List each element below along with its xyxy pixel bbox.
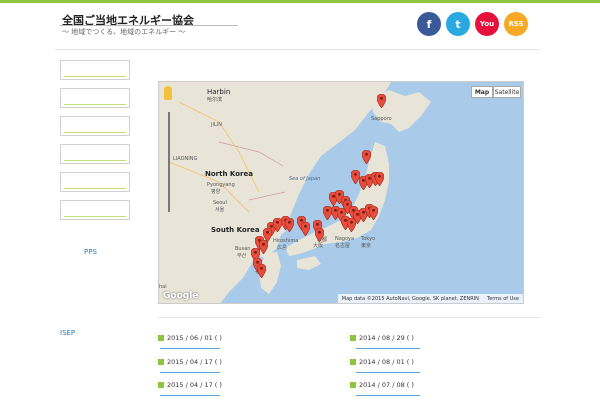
- label-harbin-cjk: 哈尔滨: [207, 97, 223, 103]
- map-marker-pin-icon[interactable]: [257, 264, 266, 278]
- sidebar-box-1[interactable]: [60, 60, 130, 80]
- map-marker-pin-icon[interactable]: [301, 222, 310, 236]
- label-south-korea: South Korea: [211, 226, 260, 234]
- label-liaoning: LIAONING: [173, 156, 198, 162]
- rss-icon[interactable]: RSS: [504, 12, 528, 36]
- site-subtitle: 〜 地域でつくる、地域のエネルギー 〜: [62, 28, 186, 36]
- news-underline: [160, 348, 220, 349]
- twitter-icon[interactable]: t: [446, 12, 470, 36]
- news-underline: [356, 348, 420, 349]
- bullet-icon: [350, 335, 356, 341]
- sidebar-box-6[interactable]: [60, 200, 130, 220]
- news-item-left-3[interactable]: 2015 / 04 / 17 ( ): [158, 381, 222, 389]
- news-item-right-1[interactable]: 2014 / 08 / 29 ( ): [350, 334, 414, 342]
- pps-link[interactable]: PPS: [84, 248, 97, 256]
- news-underline: [356, 372, 420, 373]
- google-logo: Google: [163, 291, 199, 301]
- bullet-icon: [158, 335, 164, 341]
- news-item-left-2[interactable]: 2015 / 04 / 17 ( ): [158, 358, 222, 366]
- map-marker-pin-icon[interactable]: [377, 94, 386, 108]
- map-marker-pin-icon[interactable]: [323, 206, 332, 220]
- map-data-credit: Map data ©2015 AutoNavi, Google, SK plan…: [341, 295, 479, 302]
- isep-link[interactable]: ISEP: [60, 329, 75, 337]
- map-marker-pin-icon[interactable]: [347, 218, 356, 232]
- label-osaka: 大阪: [313, 243, 324, 249]
- bullet-icon: [158, 359, 164, 365]
- map-marker-pin-icon[interactable]: [273, 218, 282, 232]
- zoom-track: [168, 112, 170, 212]
- map-marker-pin-icon[interactable]: [315, 228, 324, 242]
- news-item-right-3[interactable]: 2014 / 07 / 08 ( ): [350, 381, 414, 389]
- news-item-right-2[interactable]: 2014 / 08 / 01 ( ): [350, 358, 414, 366]
- label-hiroshima-jp: 広島: [277, 245, 288, 251]
- top-accent-bar: [0, 0, 600, 3]
- label-shanghai: hai: [159, 284, 167, 290]
- title-divider: [60, 25, 238, 26]
- bullet-icon: [158, 382, 164, 388]
- label-seoul-kr: 서울: [215, 207, 225, 213]
- news-underline: [160, 395, 220, 396]
- map-marker-pin-icon[interactable]: [285, 218, 294, 232]
- map-marker-pin-icon[interactable]: [369, 206, 378, 220]
- sidebar-box-5[interactable]: [60, 172, 130, 192]
- news-underline: [356, 395, 420, 396]
- header-divider: [55, 49, 540, 50]
- label-sapporo: Sapporo: [371, 116, 392, 122]
- google-map[interactable]: Map Satellite Harbin 哈尔滨 JILIN LIAONING …: [158, 81, 524, 304]
- bullet-icon: [350, 359, 356, 365]
- map-marker-pin-icon[interactable]: [259, 240, 268, 254]
- bullet-icon: [350, 382, 356, 388]
- map-marker-pin-icon[interactable]: [375, 172, 384, 186]
- sidebar-box-3[interactable]: [60, 116, 130, 136]
- label-sea-of-japan: Sea of Japan: [289, 176, 321, 182]
- street-view-pegman-icon[interactable]: [164, 86, 172, 100]
- news-underline: [160, 372, 220, 373]
- sidebar-box-2[interactable]: [60, 88, 130, 108]
- label-jilin: JILIN: [211, 122, 222, 128]
- facebook-icon[interactable]: f: [417, 12, 441, 36]
- content-divider: [158, 317, 540, 318]
- map-marker-pin-icon[interactable]: [362, 150, 371, 164]
- youtube-icon[interactable]: You: [475, 12, 499, 36]
- label-tokyo-jp: 東京: [361, 243, 372, 249]
- label-busan-kr: 부산: [237, 253, 247, 259]
- map-type-map-button[interactable]: Map: [471, 86, 493, 98]
- label-pyongyang-kr: 평양: [211, 189, 221, 195]
- label-nagoya-jp: 名古屋: [335, 243, 351, 249]
- map-type-satellite-button[interactable]: Satellite: [493, 86, 521, 98]
- label-north-korea: North Korea: [205, 170, 253, 178]
- label-harbin: Harbin: [207, 88, 231, 96]
- sidebar-box-4[interactable]: [60, 144, 130, 164]
- news-item-left-1[interactable]: 2015 / 06 / 01 ( ): [158, 334, 222, 342]
- zoom-slider[interactable]: [165, 104, 173, 214]
- map-attribution: Map data ©2015 AutoNavi, Google, SK plan…: [337, 294, 523, 303]
- terms-of-use-link[interactable]: Terms of Use: [487, 296, 519, 302]
